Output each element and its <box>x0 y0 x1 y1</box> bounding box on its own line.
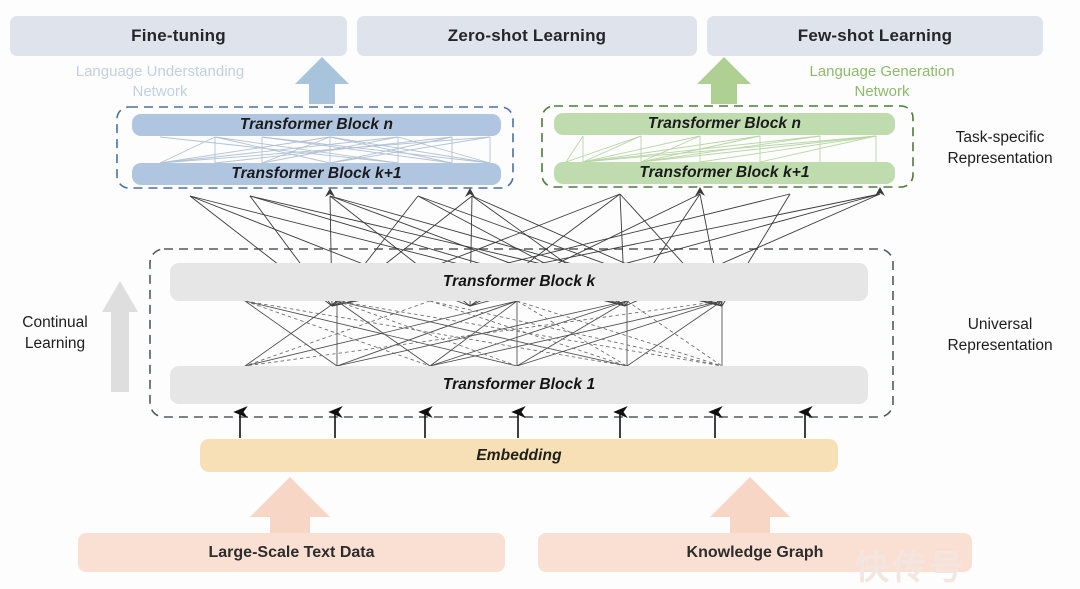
embedding-to-universal-arrows <box>233 406 813 438</box>
data-label-large-scale-text: Large-Scale Text Data <box>208 543 375 561</box>
blue-up-arrow <box>295 57 349 104</box>
text-data-up-arrow <box>250 477 330 533</box>
blue-block-mesh <box>159 136 491 164</box>
blue-transformer-block-n[interactable]: Transformer Block n <box>132 114 501 136</box>
diagram-canvas: Fine-tuning Zero-shot Learning Few-shot … <box>0 0 1080 589</box>
blue-block-n-label: Transformer Block n <box>239 116 394 133</box>
universal-transformer-block-k[interactable]: Transformer Block k <box>170 263 868 301</box>
universal-internal-mesh-dashed <box>244 300 723 367</box>
green-transformer-block-k1[interactable]: Transformer Block k+1 <box>554 162 895 184</box>
green-transformer-block-n[interactable]: Transformer Block n <box>554 113 895 135</box>
universal-line-2: Representation <box>947 336 1053 354</box>
language-understanding-network-caption: Language Understanding Network <box>55 62 265 103</box>
knowledge-graph-up-arrow <box>710 477 790 533</box>
lun-line-1: Language Understanding <box>75 63 245 80</box>
green-block-mesh <box>565 135 877 163</box>
task-box-few-shot[interactable]: Few-shot Learning <box>707 16 1043 56</box>
lgn-line-2: Network <box>854 83 910 101</box>
universal-block-k-label: Transformer Block k <box>442 273 596 290</box>
task-specific-line-2: Representation <box>947 149 1053 167</box>
blue-transformer-block-k1[interactable]: Transformer Block k+1 <box>132 163 501 185</box>
universal-block-1-label: Transformer Block 1 <box>442 376 596 393</box>
continual-line-1: Continual <box>22 314 88 331</box>
universal-representation-label: Universal Representation <box>930 315 1070 357</box>
continual-learning-arrow <box>102 281 138 392</box>
continual-learning-label: Continual Learning <box>10 313 100 355</box>
watermark: 快传号 <box>855 549 966 587</box>
green-block-n-label: Transformer Block n <box>647 115 802 132</box>
task-specific-representation-label: Task-specific Representation <box>930 128 1070 170</box>
task-label-zero-shot: Zero-shot Learning <box>447 26 607 45</box>
data-label-knowledge-graph: Knowledge Graph <box>686 543 824 561</box>
universal-transformer-block-1[interactable]: Transformer Block 1 <box>170 366 868 404</box>
green-block-k1-label: Transformer Block k+1 <box>639 164 810 181</box>
embedding-bar[interactable]: Embedding <box>200 439 838 472</box>
task-label-few-shot: Few-shot Learning <box>797 26 953 45</box>
task-box-zero-shot[interactable]: Zero-shot Learning <box>357 16 697 56</box>
language-generation-network-caption: Language Generation Network <box>782 62 982 103</box>
task-label-fine-tuning: Fine-tuning <box>131 26 226 45</box>
data-box-large-scale-text[interactable]: Large-Scale Text Data <box>78 533 505 572</box>
green-up-arrow <box>697 57 751 104</box>
universal-internal-mesh <box>244 300 723 367</box>
task-specific-line-1: Task-specific <box>955 129 1045 146</box>
taskspecific-input-arrowheads <box>325 187 885 197</box>
continual-line-2: Learning <box>24 334 86 352</box>
lun-line-2: Network <box>132 83 188 101</box>
universal-line-1: Universal <box>967 316 1033 333</box>
embedding-label: Embedding <box>476 446 562 464</box>
lgn-line-1: Language Generation <box>809 63 955 80</box>
task-box-fine-tuning[interactable]: Fine-tuning <box>10 16 347 56</box>
blue-block-k1-label: Transformer Block k+1 <box>231 165 402 182</box>
